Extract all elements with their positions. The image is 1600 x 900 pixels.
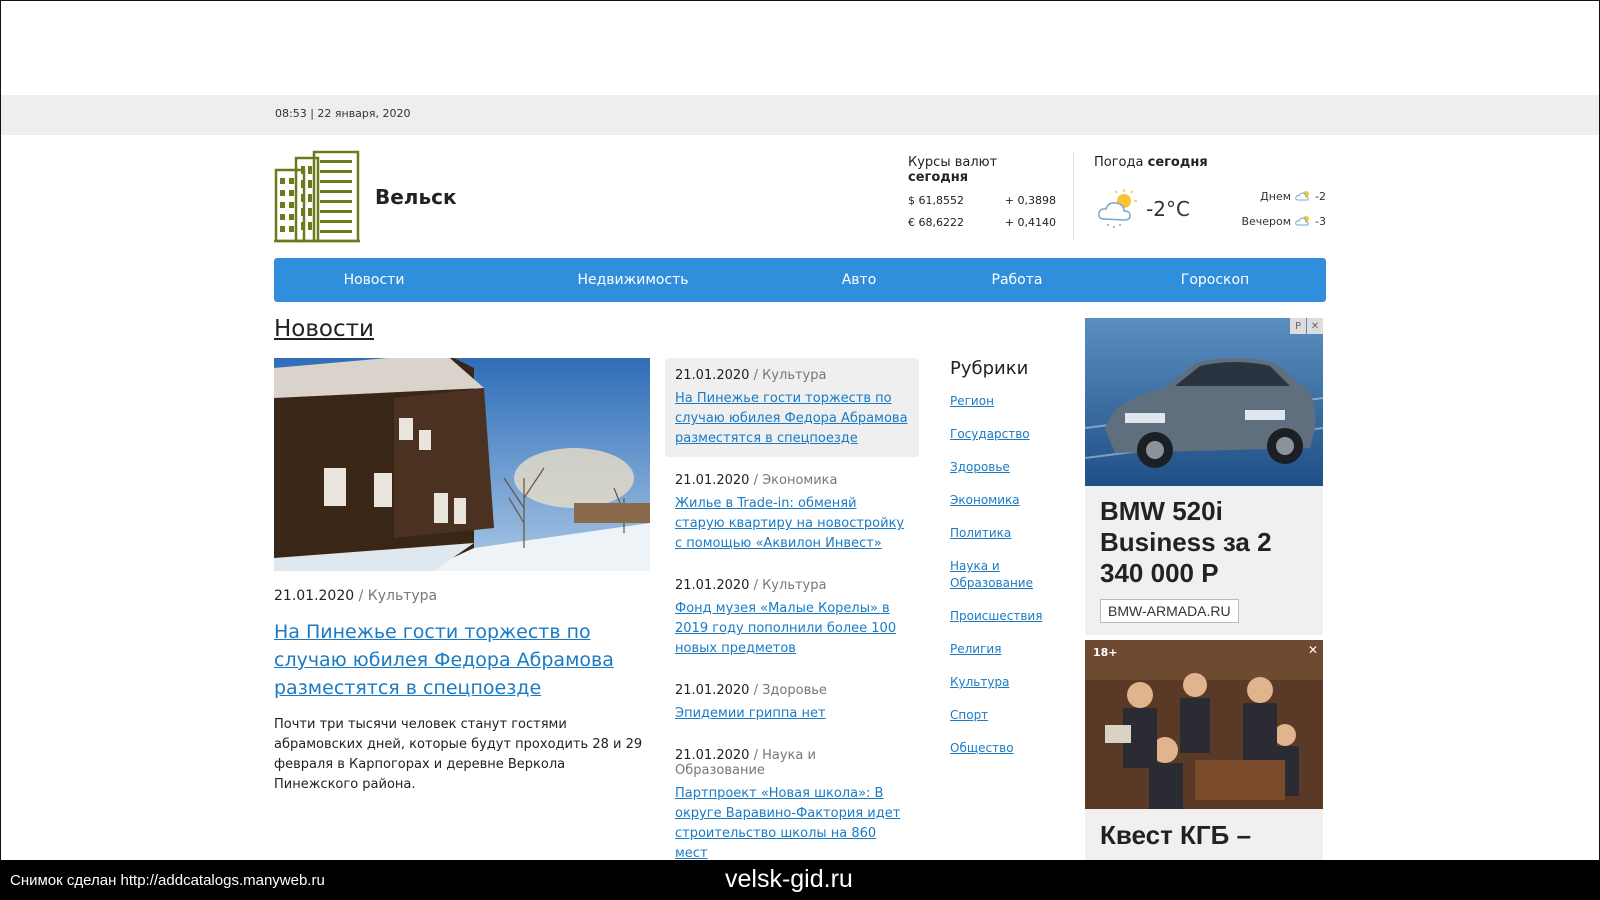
weather-day-temp: -2 (1315, 189, 1326, 203)
currency-rates: Курсы валют сегодня $ 61,8552 + 0,3898 €… (908, 155, 1056, 238)
news-meta: 21.01.2020 / Здоровье (675, 683, 909, 698)
weather-header: Погода сегодня (1094, 155, 1326, 170)
rubric-link[interactable]: Политика (950, 525, 1060, 542)
rubric-link[interactable]: Религия (950, 641, 1060, 658)
rubric-link[interactable]: Государство (950, 426, 1060, 443)
rubrics-title: Рубрики (950, 358, 1029, 379)
news-category: / Культура (749, 578, 827, 593)
ad-headline[interactable]: BMW 520i Business за 2 340 000 Р (1100, 496, 1315, 589)
news-date: 21.01.2020 (675, 578, 750, 593)
screenshot-footer: Снимок сделан http://addcatalogs.manyweb… (0, 860, 1600, 900)
small-cloud-icon (1295, 191, 1310, 201)
news-list: 21.01.2020 / Культура На Пинежье гости т… (665, 358, 919, 878)
footer-domain: velsk-gid.ru (725, 865, 853, 893)
rates-label: Курсы валют (908, 155, 998, 170)
main-news-image[interactable] (274, 358, 650, 571)
weather-day: Днем -2 (1260, 189, 1326, 203)
rate-eur-change: + 0,4140 (1004, 216, 1056, 229)
news-meta: 21.01.2020 / Экономика (675, 473, 909, 488)
rubric-link[interactable]: Культура (950, 674, 1060, 691)
news-category: / Здоровье (749, 683, 827, 698)
cloud-sun-icon (1098, 189, 1137, 228)
nav-item-auto[interactable]: Авто (842, 272, 877, 288)
news-date: 21.01.2020 (675, 748, 750, 763)
weather-evening-temp: -3 (1315, 214, 1326, 228)
site-name[interactable]: Вельск (375, 185, 457, 209)
nav-item-jobs[interactable]: Работа (992, 272, 1043, 288)
rubrics-panel: Рубрики Регион Государство Здоровье Экон… (950, 358, 1060, 773)
rate-usd-change: + 0,3898 (1004, 194, 1056, 207)
ad-label-badge[interactable]: P (1290, 318, 1306, 334)
rate-row-usd: $ 61,8552 + 0,3898 (908, 194, 1056, 207)
rates-label-bold: сегодня (908, 170, 969, 185)
main-nav: Новости Недвижимость Авто Работа Гороско… (274, 258, 1326, 302)
current-temperature: -2°C (1146, 197, 1190, 221)
news-category: / Экономика (749, 473, 838, 488)
rates-header: Курсы валют сегодня (908, 155, 1056, 185)
nav-item-news[interactable]: Новости (344, 272, 405, 288)
ad-car-image (1085, 318, 1323, 486)
top-bar (1, 95, 1599, 135)
rate-usd-value: $ 61,8552 (908, 194, 964, 207)
rubric-link[interactable]: Общество (950, 740, 1060, 757)
weather-evening: Вечером -3 (1241, 214, 1326, 228)
weather-label: Погода (1094, 155, 1148, 170)
ad-domain-button[interactable]: BMW-ARMADA.RU (1100, 599, 1239, 623)
nav-item-horoscope[interactable]: Гороскоп (1181, 272, 1249, 288)
news-meta: 21.01.2020 / Культура (675, 578, 909, 593)
news-title-link[interactable]: На Пинежье гости торжеств по случаю юбил… (675, 389, 909, 449)
footer-source: Снимок сделан http://addcatalogs.manyweb… (10, 872, 325, 889)
rubric-link[interactable]: Спорт (950, 707, 1060, 724)
ad-quest-image (1085, 640, 1323, 809)
main-news-date: 21.01.2020 (274, 588, 355, 604)
weather-day-label: Днем (1260, 189, 1292, 203)
news-category: / Культура (749, 368, 827, 383)
city-buildings-logo-icon[interactable] (274, 150, 360, 243)
weather-widget[interactable]: Погода сегодня -2°C Днем -2 Вечером -3 (1094, 155, 1326, 228)
section-title[interactable]: Новости (274, 316, 374, 342)
news-date: 21.01.2020 (675, 368, 750, 383)
news-item[interactable]: 21.01.2020 / Наука и Образование Партпро… (665, 738, 919, 872)
news-item[interactable]: 21.01.2020 / Культура Фонд музея «Малые … (665, 568, 919, 667)
nav-item-realty[interactable]: Недвижимость (577, 272, 688, 288)
close-icon[interactable]: ✕ (1307, 318, 1323, 334)
ad-badges: P ✕ (1289, 318, 1323, 334)
header-divider (1073, 152, 1074, 240)
news-item[interactable]: 21.01.2020 / Культура На Пинежье гости т… (665, 358, 919, 457)
small-cloud-icon (1295, 216, 1310, 226)
news-meta: 21.01.2020 / Наука и Образование (675, 748, 909, 778)
ad-quest[interactable]: 18+ ✕ Квест КГБ – (1085, 640, 1323, 860)
date-time: 08:53 | 22 января, 2020 (275, 107, 411, 120)
news-date: 21.01.2020 (675, 683, 750, 698)
rubric-link[interactable]: Регион (950, 393, 1060, 410)
rate-eur-value: € 68,6222 (908, 216, 964, 229)
rubric-link[interactable]: Наука и Образование (950, 558, 1060, 592)
close-icon[interactable]: ✕ (1308, 643, 1318, 657)
news-title-link[interactable]: Фонд музея «Малые Корелы» в 2019 году по… (675, 599, 909, 659)
age-rating-badge: 18+ (1093, 646, 1118, 659)
weather-evening-label: Вечером (1241, 214, 1292, 228)
news-title-link[interactable]: Партпроект «Новая школа»: В округе Варав… (675, 784, 909, 864)
weather-label-bold: сегодня (1147, 155, 1208, 170)
ad-bmw[interactable]: P ✕ BMW 520i Business за 2 340 000 Р BMW… (1085, 318, 1323, 635)
news-title-link[interactable]: Эпидемии гриппа нет (675, 704, 909, 724)
main-news-lead: Почти три тысячи человек станут гостями … (274, 717, 643, 792)
news-item[interactable]: 21.01.2020 / Здоровье Эпидемии гриппа не… (665, 673, 919, 732)
news-date: 21.01.2020 (675, 473, 750, 488)
news-meta: 21.01.2020 / Культура (675, 368, 909, 383)
rate-row-eur: € 68,6222 + 0,4140 (908, 216, 1056, 229)
rubric-link[interactable]: Происшествия (950, 608, 1060, 625)
rubric-link[interactable]: Здоровье (950, 459, 1060, 476)
news-item[interactable]: 21.01.2020 / Экономика Жилье в Trade-in:… (665, 463, 919, 562)
news-title-link[interactable]: Жилье в Trade-in: обменяй старую квартир… (675, 494, 909, 554)
main-news-meta: 21.01.2020 / Культура (274, 588, 437, 604)
main-news-title[interactable]: На Пинежье гости торжеств по случаю юбил… (274, 618, 650, 702)
rubric-link[interactable]: Экономика (950, 492, 1060, 509)
ad-headline[interactable]: Квест КГБ – (1100, 820, 1251, 851)
main-news-category: / Культура (354, 588, 438, 604)
